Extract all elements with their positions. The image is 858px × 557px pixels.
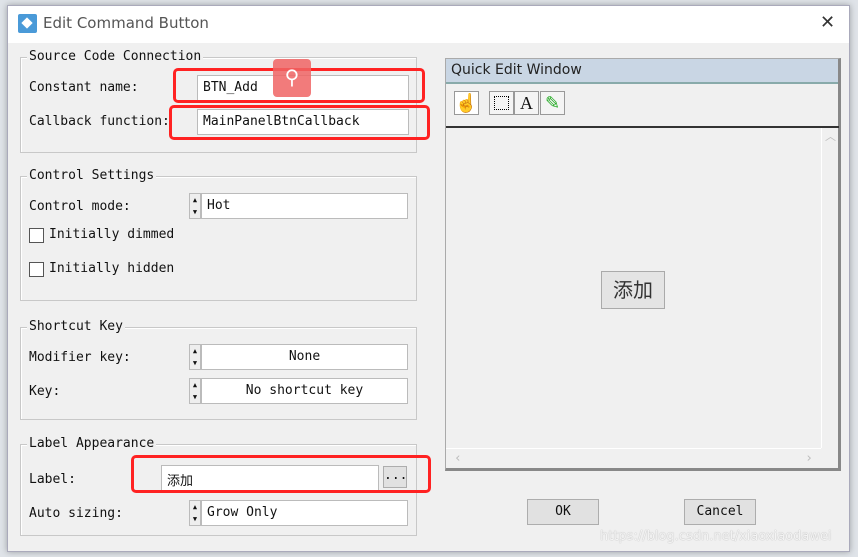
- initially-dimmed-label: Initially dimmed: [49, 227, 175, 242]
- control-mode-select[interactable]: Hot: [201, 193, 408, 219]
- initially-hidden-checkbox[interactable]: [29, 262, 44, 277]
- constant-name-label: Constant name:: [29, 80, 139, 95]
- scroll-right-icon[interactable]: ›: [805, 451, 813, 466]
- group-title: Label Appearance: [27, 436, 157, 451]
- spinner-arrows-icon[interactable]: ▲ ▼: [189, 344, 201, 370]
- window-title: Edit Command Button: [43, 14, 209, 32]
- close-button[interactable]: ✕: [820, 12, 835, 33]
- initially-hidden-label: Initially hidden: [49, 261, 175, 276]
- operate-icon[interactable]: ☝: [454, 91, 479, 115]
- shortcut-key-group: Shortcut Key Modifier key: ▲ ▼ None Key: …: [20, 319, 417, 420]
- group-title: Control Settings: [27, 168, 157, 183]
- key-label: Key:: [29, 384, 61, 399]
- watermark: https://blog.csdn.net/xiaoxiaodawei: [600, 529, 832, 544]
- spinner-arrows-icon[interactable]: ▲ ▼: [189, 193, 201, 219]
- highlight-box: [169, 105, 430, 140]
- control-mode-label: Control mode:: [29, 199, 131, 214]
- auto-sizing-label: Auto sizing:: [29, 506, 123, 521]
- select-icon[interactable]: [489, 91, 514, 115]
- cancel-button[interactable]: Cancel: [684, 499, 756, 525]
- control-settings-group: Control Settings Control mode: ▲ ▼ Hot In…: [20, 168, 417, 301]
- auto-sizing-select[interactable]: Grow Only: [201, 500, 408, 526]
- spinner-arrows-icon[interactable]: ▲ ▼: [189, 500, 201, 526]
- preview-button[interactable]: 添加: [601, 271, 665, 309]
- spinner-arrows-icon[interactable]: ▲ ▼: [189, 378, 201, 404]
- modifier-key-label: Modifier key:: [29, 350, 131, 365]
- quick-edit-window: Quick Edit Window ☝ A ✎ 添加 ︿ ‹ ›: [445, 58, 841, 471]
- color-icon[interactable]: ✎: [540, 91, 565, 115]
- group-title: Source Code Connection: [27, 49, 204, 64]
- title-bar: Edit Command Button ✕: [8, 6, 849, 43]
- key-select[interactable]: No shortcut key: [201, 378, 408, 404]
- ok-button[interactable]: OK: [527, 499, 599, 525]
- quick-edit-title: Quick Edit Window: [446, 59, 838, 84]
- scroll-left-icon[interactable]: ‹: [454, 451, 462, 466]
- label-label: Label:: [29, 472, 76, 487]
- app-icon: [18, 14, 37, 33]
- search-icon[interactable]: ⚲: [273, 59, 311, 97]
- group-title: Shortcut Key: [27, 319, 125, 334]
- initially-dimmed-checkbox[interactable]: [29, 228, 44, 243]
- callback-function-label: Callback function:: [29, 114, 170, 129]
- quick-edit-canvas[interactable]: 添加 ︿ ‹ ›: [446, 126, 839, 469]
- modifier-key-select[interactable]: None: [201, 344, 408, 370]
- highlight-box: [131, 455, 431, 493]
- horizontal-scrollbar[interactable]: ‹ ›: [446, 448, 821, 468]
- vertical-scrollbar[interactable]: ︿: [821, 128, 839, 448]
- text-icon[interactable]: A: [514, 91, 539, 115]
- edit-command-button-dialog: Edit Command Button ✕ Source Code Connec…: [7, 5, 850, 552]
